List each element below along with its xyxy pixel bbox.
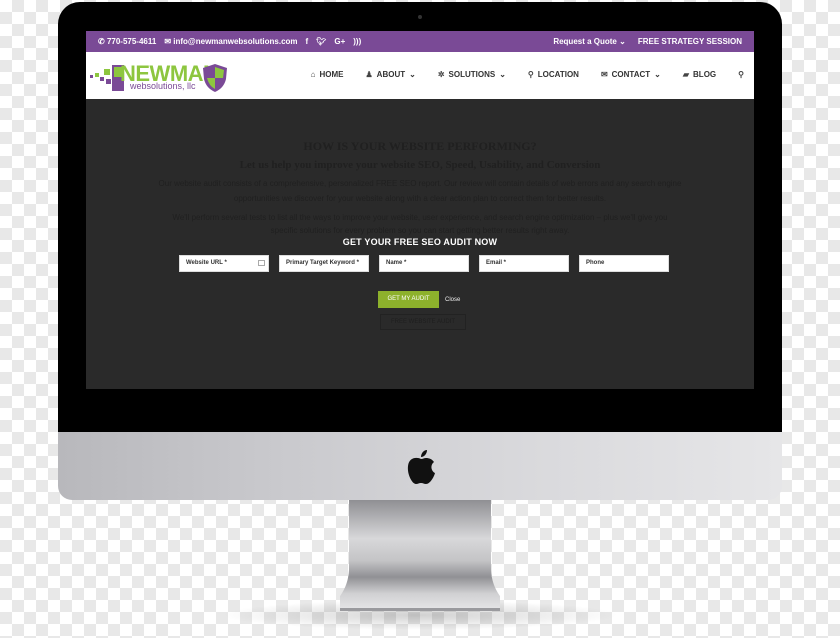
rss-icon[interactable]: ))) [353, 37, 361, 46]
top-contact-bar: ✆ 770-575-4611 ✉ info@newmanwebsolutions… [86, 31, 754, 52]
popup-title: GET YOUR FREE SEO AUDIT NOW [342, 237, 498, 247]
chevron-down-icon: ⌄ [654, 70, 661, 79]
section-text: opportunities we discover for your websi… [233, 194, 607, 203]
main-navbar: NEWMAN websolutions, llc ⌂ HOME ♟ ABOUT ⌄ ✲… [86, 52, 754, 99]
phone-icon: ✆ [98, 37, 105, 46]
get-my-audit-button[interactable]: GET MY AUDIT [378, 291, 439, 308]
twitter-icon[interactable]: 🐦︎ [316, 37, 326, 46]
gear-icon: ✲ [437, 70, 445, 79]
shield-icon [203, 64, 227, 92]
apple-logo-icon [407, 450, 435, 484]
search-button[interactable]: ⚲ [738, 70, 744, 79]
nav-home[interactable]: ⌂ HOME [311, 70, 344, 79]
monitor-screen: ✆ 770-575-4611 ✉ info@newmanwebsolutions… [86, 31, 754, 389]
site-logo[interactable]: NEWMAN websolutions, llc [90, 61, 230, 93]
free-website-audit-button: FREE WEBSITE AUDIT [380, 314, 466, 330]
email-input[interactable]: Email * [479, 255, 569, 272]
envelope-icon: ✉ [164, 37, 172, 46]
envelope-icon: ✉ [600, 70, 608, 79]
monitor-stand [340, 500, 500, 611]
section-text: We'll perform several tests to list all … [172, 213, 668, 222]
phone-input[interactable]: Phone [579, 255, 669, 272]
google-plus-icon[interactable]: G+ [334, 37, 345, 46]
request-quote-link[interactable]: Request a Quote ⌄ [553, 37, 626, 46]
section-heading: HOW IS YOUR WEBSITE PERFORMING? [303, 139, 537, 153]
logo-subtitle: websolutions, llc [130, 81, 196, 91]
book-icon: ▰ [682, 70, 690, 79]
nav-contact[interactable]: ✉ CONTACT ⌄ [601, 70, 661, 79]
audit-form: Website URL * Primary Target Keyword * N… [179, 255, 669, 272]
camera-icon [418, 15, 422, 19]
facebook-icon[interactable]: f [306, 37, 309, 46]
nav-solutions[interactable]: ✲ SOLUTIONS ⌄ [438, 70, 506, 79]
strategy-session-link[interactable]: FREE STRATEGY SESSION [638, 37, 742, 46]
email-link[interactable]: ✉ info@newmanwebsolutions.com [164, 37, 297, 46]
nav-blog[interactable]: ▰ BLOG [683, 70, 716, 79]
section-text: specific solutions for every problem so … [270, 226, 570, 235]
map-pin-icon: ⚲ [527, 70, 534, 79]
autofill-card-icon [258, 260, 265, 266]
close-button[interactable]: Close [445, 297, 460, 303]
phone-link[interactable]: ✆ 770-575-4611 [98, 37, 156, 46]
popup-actions: GET MY AUDIT Close [378, 291, 460, 308]
chevron-down-icon: ⌄ [409, 70, 416, 79]
target-keyword-input[interactable]: Primary Target Keyword * [279, 255, 369, 272]
home-icon: ⌂ [310, 70, 316, 79]
search-icon: ⚲ [738, 70, 744, 79]
page-content-overlay: HOW IS YOUR WEBSITE PERFORMING? Let us h… [86, 99, 754, 389]
user-icon: ♟ [365, 70, 373, 79]
website-url-input[interactable]: Website URL * [179, 255, 269, 272]
nav-about[interactable]: ♟ ABOUT ⌄ [366, 70, 416, 79]
section-subheading: Let us help you improve your website SEO… [239, 159, 601, 171]
chevron-down-icon: ⌄ [499, 70, 506, 79]
chevron-down-icon: ⌄ [619, 37, 626, 46]
main-menu: ⌂ HOME ♟ ABOUT ⌄ ✲ SOLUTIONS ⌄ ⚲ LOCATION ✉ CON… [289, 70, 744, 79]
section-text: Our website audit consists of a comprehe… [158, 179, 682, 188]
name-input[interactable]: Name * [379, 255, 469, 272]
nav-location[interactable]: ⚲ LOCATION [528, 70, 579, 79]
